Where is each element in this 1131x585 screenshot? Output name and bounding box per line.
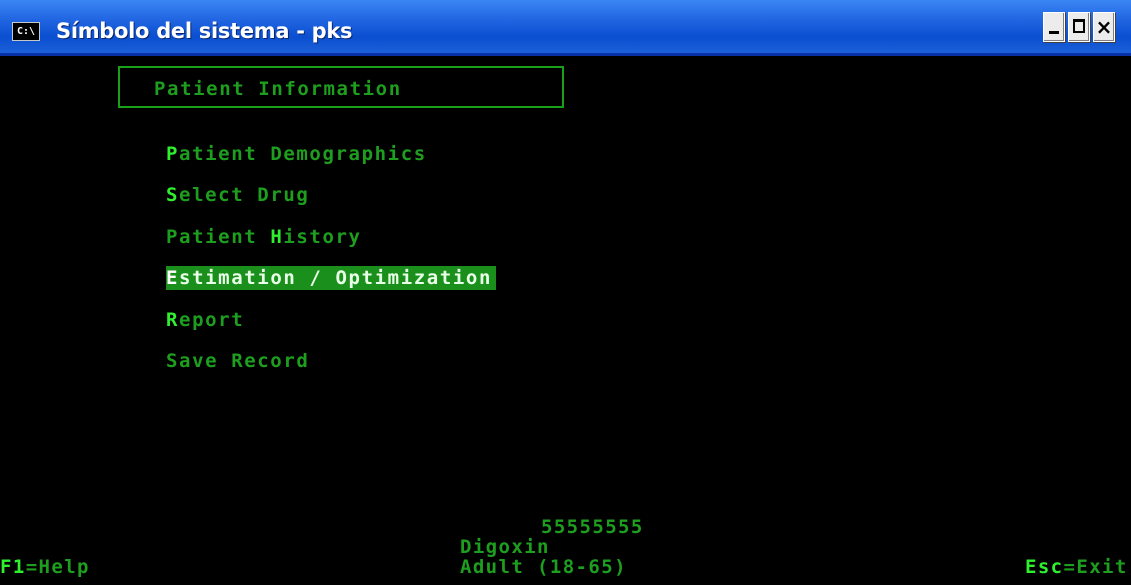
help-label: =Help [25,556,90,578]
exit-key: Esc [1025,556,1064,578]
help-shortcut[interactable]: F1=Help [0,556,90,578]
maximize-button[interactable] [1068,12,1090,42]
menu-item-report[interactable]: Report [166,308,244,332]
close-icon: × [1095,15,1113,39]
exit-shortcut[interactable]: Esc=Exit [1025,556,1128,578]
patient-id: 55555555 [541,516,644,538]
menu-item-label: eport [179,309,245,331]
menu-hotkey: E [166,267,180,289]
panel-title: Patient Information [154,78,402,100]
window-title: Símbolo del sistema - pks [56,19,353,43]
menu-hotkey: P [166,143,180,165]
exit-label: =Exit [1063,556,1128,578]
menu-item-label: Save Record [166,350,310,372]
minimize-icon [1049,31,1059,34]
console-window: C:\ Símbolo del sistema - pks × Patient … [0,0,1131,585]
menu-item-label: stimation / Optimization [179,267,492,289]
menu-item-prefix: Patient [166,226,271,248]
drug-name: Digoxin [460,536,550,558]
maximize-icon [1073,19,1085,33]
menu-hotkey: R [166,309,180,331]
menu-item-patient-demographics[interactable]: Patient Demographics [166,142,427,166]
title-bar[interactable]: C:\ Símbolo del sistema - pks × [0,0,1131,56]
menu-item-select-drug[interactable]: Select Drug [166,183,309,207]
panel-title-box: Patient Information [118,66,564,108]
console-area: Patient Information Patient Demographics… [0,56,1131,585]
menu-item-label: elect Drug [179,184,310,206]
menu-item-save-record[interactable]: Save Record [166,349,309,373]
close-button[interactable]: × [1093,12,1115,42]
menu-hotkey: H [270,226,284,248]
menu-hotkey: S [166,184,180,206]
cmd-icon[interactable]: C:\ [12,22,40,41]
menu-item-patient-history[interactable]: Patient History [166,225,362,249]
menu-item-estimation-optimization[interactable]: Estimation / Optimization [166,266,496,290]
minimize-button[interactable] [1043,12,1065,42]
help-key: F1 [0,556,26,578]
menu-item-label: istory [283,226,362,248]
menu-item-label: atient Demographics [179,143,427,165]
patient-group: Adult (18-65) [460,556,627,578]
